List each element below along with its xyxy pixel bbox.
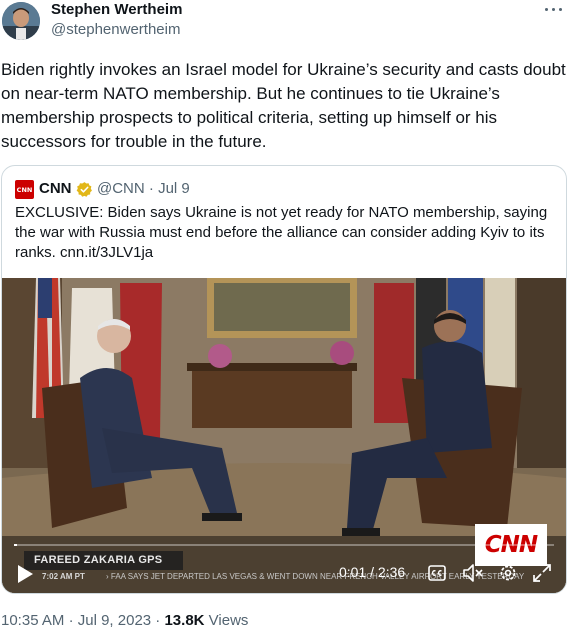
expand-icon <box>533 564 551 582</box>
tweet-meta: 10:35 AM · Jul 9, 2023 · 13.8K Views <box>1 612 248 629</box>
ticker-time: 7:02 AM PT <box>42 572 85 581</box>
quoted-date[interactable]: Jul 9 <box>158 180 190 197</box>
cnn-avatar[interactable]: CNN <box>15 180 34 199</box>
settings-button[interactable] <box>498 563 518 583</box>
video-player[interactable]: FAREED ZAKARIA GPS 7:02 AM PT › FAA SAYS… <box>2 278 566 593</box>
more-options-button[interactable] <box>542 0 566 20</box>
author-handle[interactable]: @stephenwertheim <box>51 21 180 38</box>
captions-button[interactable] <box>428 565 446 581</box>
quoted-tweet-header: CNN CNN @CNN · Jul 9 <box>15 179 555 199</box>
tweet-header: Stephen Wertheim @stephenwertheim <box>0 0 574 48</box>
lower-third-banner: FAREED ZAKARIA GPS <box>24 551 183 570</box>
quoted-tweet[interactable]: CNN CNN @CNN · Jul 9 EXCLUSIVE: Biden sa… <box>1 165 567 594</box>
video-progress-fill <box>14 544 18 546</box>
separator: · <box>155 612 161 629</box>
tweet-time[interactable]: 10:35 AM <box>1 612 64 629</box>
fullscreen-button[interactable] <box>532 563 552 583</box>
speaker-muted-icon <box>463 564 483 582</box>
quoted-author-name[interactable]: CNN <box>39 180 72 197</box>
dot-icon <box>559 8 562 11</box>
quoted-author-handle[interactable]: @CNN <box>97 180 145 197</box>
verified-badge-icon <box>76 182 92 197</box>
tweet-text: Biden rightly invokes an Israel model fo… <box>1 60 566 151</box>
quoted-tweet-text: EXCLUSIVE: Biden says Ukraine is not yet… <box>15 204 548 261</box>
quoted-handle-date: @CNN · Jul 9 <box>97 180 190 197</box>
gear-icon <box>500 565 516 581</box>
separator: · <box>148 180 154 197</box>
dot-icon <box>545 8 548 11</box>
play-icon <box>18 565 33 583</box>
author-name[interactable]: Stephen Wertheim <box>51 1 182 18</box>
video-time-readout: 0:01 / 2:36 <box>339 564 406 580</box>
captions-icon <box>428 565 446 581</box>
author-avatar[interactable] <box>2 2 40 40</box>
play-button[interactable] <box>16 564 34 584</box>
video-progress-bar[interactable] <box>14 544 554 546</box>
mute-button[interactable] <box>462 563 484 583</box>
views-label: Views <box>208 612 249 629</box>
dot-icon <box>552 8 555 11</box>
separator: · <box>68 612 74 629</box>
tweet-date[interactable]: Jul 9, 2023 <box>78 612 151 629</box>
views-count: 13.8K <box>164 612 205 629</box>
